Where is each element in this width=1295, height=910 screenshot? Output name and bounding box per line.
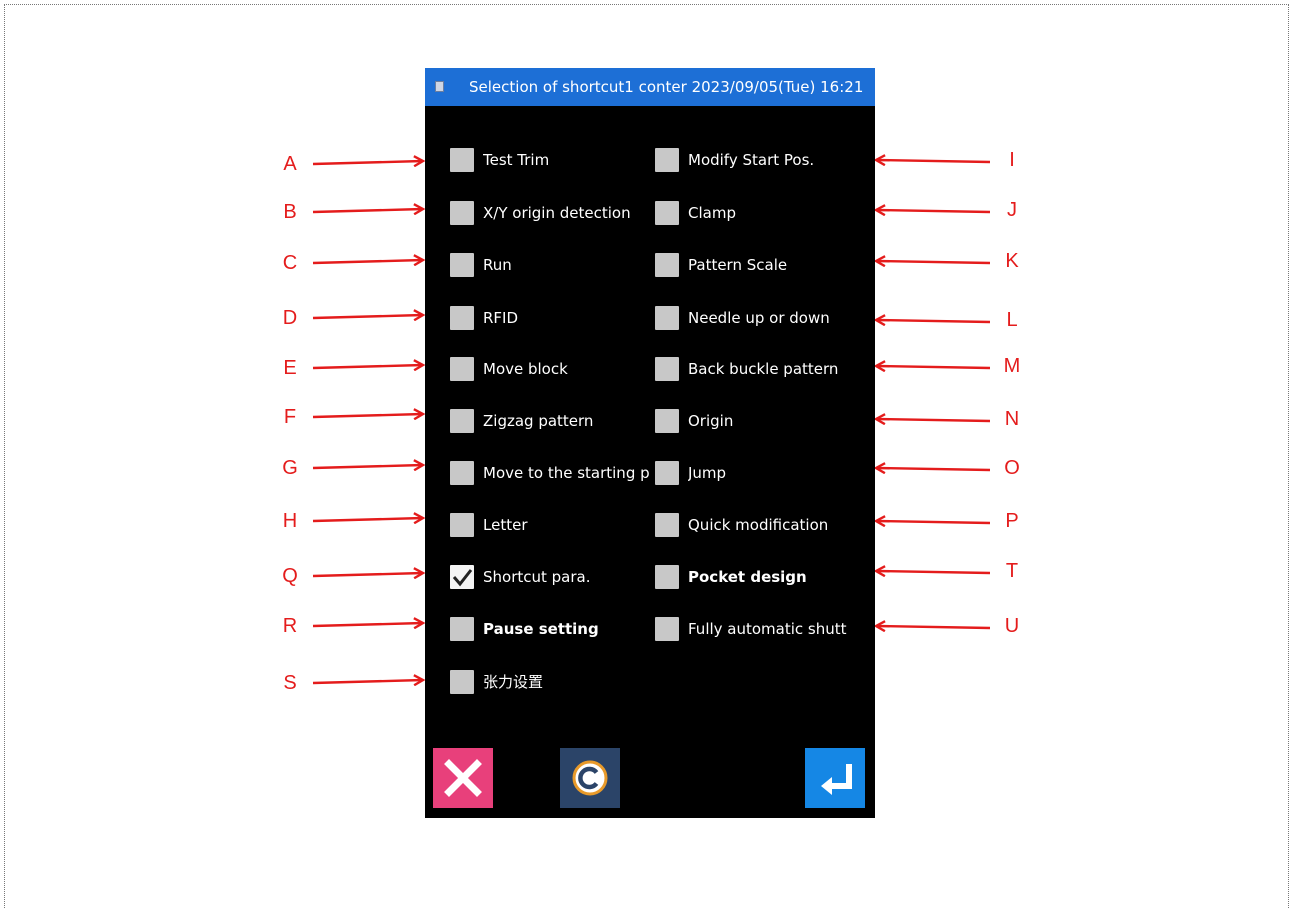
option-label: Jump bbox=[688, 464, 727, 482]
title-bar: Selection of shortcut1 conter 2023/09/05… bbox=[425, 68, 875, 106]
annotation-arrow bbox=[312, 209, 423, 212]
option-label: Modify Start Pos. bbox=[688, 151, 815, 169]
option-label: Shortcut para. bbox=[483, 568, 591, 586]
checkbox[interactable] bbox=[655, 306, 679, 330]
option-label: Needle up or down bbox=[688, 309, 830, 327]
checkbox[interactable] bbox=[450, 513, 474, 537]
checkbox[interactable] bbox=[450, 201, 474, 225]
annotation-arrow bbox=[876, 366, 991, 368]
option-label: Quick modification bbox=[688, 516, 829, 534]
option-label: Run bbox=[483, 256, 512, 274]
annotation-letter: T bbox=[1005, 560, 1019, 582]
touch-screen: Selection of shortcut1 conter 2023/09/05… bbox=[425, 68, 875, 818]
annotation-letter: D bbox=[282, 307, 298, 329]
option-label: Pocket design bbox=[688, 568, 807, 586]
annotation-arrow bbox=[312, 680, 423, 683]
annotation-arrow bbox=[876, 320, 991, 322]
checkbox[interactable] bbox=[655, 617, 679, 641]
option-label: Pattern Scale bbox=[688, 256, 788, 274]
checkbox[interactable] bbox=[450, 306, 474, 330]
annotation-letter: A bbox=[283, 153, 297, 175]
annotation-letter: R bbox=[282, 615, 298, 637]
annotation-arrow bbox=[876, 626, 991, 628]
checkbox-checked[interactable] bbox=[450, 565, 474, 589]
annotation-letter: C bbox=[282, 252, 298, 274]
window-title: Selection of shortcut1 conter 2023/09/05… bbox=[469, 78, 864, 96]
option-label: Letter bbox=[483, 516, 528, 534]
checkbox[interactable] bbox=[655, 201, 679, 225]
option-label: Move to the starting p bbox=[483, 464, 650, 482]
monitor-icon bbox=[435, 81, 444, 92]
enter-button[interactable] bbox=[805, 748, 865, 808]
annotation-letter: J bbox=[1007, 199, 1017, 221]
option-label: Origin bbox=[688, 412, 734, 430]
checkbox[interactable] bbox=[655, 253, 679, 277]
annotation-letter: Q bbox=[282, 565, 298, 587]
annotation-arrow bbox=[876, 468, 991, 470]
annotation-letter: I bbox=[1009, 149, 1015, 171]
checkbox[interactable] bbox=[450, 148, 474, 172]
checkbox[interactable] bbox=[450, 670, 474, 694]
annotation-letter: F bbox=[283, 406, 297, 428]
annotation-letter: M bbox=[1003, 355, 1021, 377]
option-label: Zigzag pattern bbox=[483, 412, 594, 430]
checkbox[interactable] bbox=[655, 513, 679, 537]
checkbox[interactable] bbox=[450, 253, 474, 277]
cancel-button[interactable] bbox=[433, 748, 493, 808]
annotation-arrow bbox=[876, 210, 991, 212]
annotation-arrow bbox=[876, 160, 991, 162]
annotation-arrow bbox=[876, 521, 991, 523]
annotation-letter: H bbox=[282, 510, 298, 532]
annotation-arrow bbox=[876, 419, 991, 421]
annotation-arrow bbox=[312, 161, 423, 164]
annotation-letter: U bbox=[1004, 615, 1020, 637]
annotation-arrow bbox=[876, 261, 991, 263]
option-label: Back buckle pattern bbox=[688, 360, 839, 378]
annotation-letter: G bbox=[282, 457, 298, 479]
annotation-arrow bbox=[312, 518, 423, 521]
checkbox[interactable] bbox=[655, 357, 679, 381]
checkbox[interactable] bbox=[655, 565, 679, 589]
close-icon bbox=[444, 759, 482, 797]
annotation-arrow bbox=[312, 315, 423, 318]
annotation-arrow bbox=[312, 260, 423, 263]
annotation-letter: N bbox=[1004, 408, 1020, 430]
checkbox[interactable] bbox=[655, 409, 679, 433]
annotation-letter: B bbox=[283, 201, 297, 223]
annotation-arrow bbox=[312, 414, 423, 417]
annotation-arrow bbox=[876, 571, 991, 573]
annotation-letter: K bbox=[1005, 250, 1019, 272]
option-label: Test Trim bbox=[483, 151, 550, 169]
annotation-arrow bbox=[312, 465, 423, 468]
checkbox[interactable] bbox=[450, 617, 474, 641]
annotation-letter: L bbox=[1006, 309, 1018, 331]
checkbox[interactable] bbox=[450, 409, 474, 433]
annotation-letter: S bbox=[283, 672, 297, 694]
annotation-arrow bbox=[312, 573, 423, 576]
annotation-arrow bbox=[312, 623, 423, 626]
checkbox[interactable] bbox=[450, 461, 474, 485]
option-label: Pause setting bbox=[483, 620, 599, 638]
option-label: X/Y origin detection bbox=[483, 204, 631, 222]
enter-return-icon bbox=[821, 764, 852, 795]
checkmark-icon bbox=[452, 569, 473, 587]
clear-button[interactable] bbox=[560, 748, 620, 808]
option-label: Fully automatic shutt bbox=[688, 620, 847, 638]
checkbox[interactable] bbox=[450, 357, 474, 381]
annotation-letter: O bbox=[1004, 457, 1020, 479]
checkbox[interactable] bbox=[655, 461, 679, 485]
option-label: Move block bbox=[483, 360, 568, 378]
option-label: Clamp bbox=[688, 204, 736, 222]
option-label: 张力设置 bbox=[483, 673, 544, 691]
option-label: RFID bbox=[483, 309, 519, 327]
annotation-letter: E bbox=[283, 357, 297, 379]
copyright-c-icon bbox=[572, 760, 608, 796]
annotation-arrow bbox=[312, 365, 423, 368]
annotation-letter: P bbox=[1005, 510, 1019, 532]
checkbox[interactable] bbox=[655, 148, 679, 172]
